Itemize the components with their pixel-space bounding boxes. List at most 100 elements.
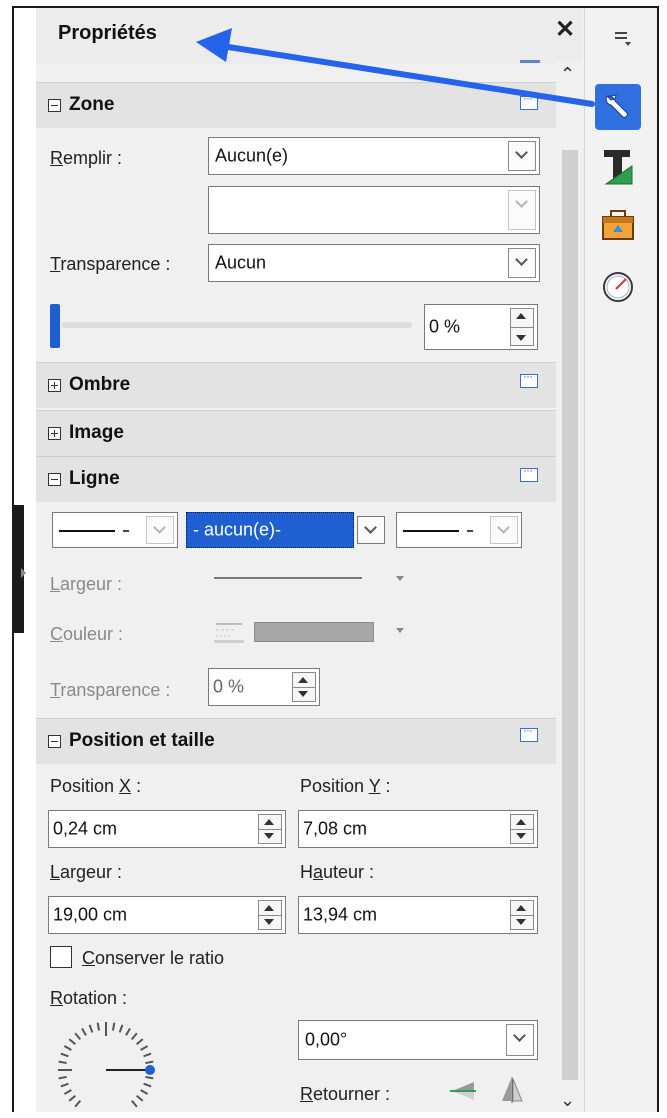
mnemonic: R [300, 1084, 313, 1104]
height-spinner[interactable]: 13,94 cm [298, 896, 538, 934]
rotation-dropdown[interactable]: 0,00° [298, 1020, 538, 1060]
transparency-label: Transparence : [50, 254, 170, 275]
spin-buttons[interactable] [510, 900, 534, 930]
line-end-style-select[interactable] [396, 512, 522, 548]
position-x-spinner[interactable]: 0,24 cm [48, 810, 286, 848]
label-text: : [380, 776, 391, 796]
label-text: : [131, 776, 142, 796]
chevron-down-icon[interactable] [506, 1024, 534, 1056]
transparency-percent-spinner[interactable]: 0 % [424, 304, 538, 350]
tab-styles[interactable] [595, 144, 641, 190]
mnemonic: R [50, 988, 63, 1008]
dial-tick [143, 1052, 152, 1058]
spinner-value: 0 % [429, 316, 461, 337]
wrench-icon [605, 94, 628, 118]
section-label: Image [69, 422, 124, 443]
line-color-swatch[interactable] [254, 622, 374, 642]
scroll-down-icon[interactable]: ⌄ [560, 1090, 575, 1111]
label-text: uteur : [323, 862, 375, 882]
dial-tick [145, 1075, 154, 1080]
dial-tick [58, 1075, 67, 1080]
mnemonic: C [82, 948, 95, 968]
label-text: otation : [63, 988, 128, 1008]
flip-horizontal-icon[interactable] [498, 1076, 526, 1104]
close-icon[interactable]: ✕ [555, 18, 575, 42]
chevron-down-icon[interactable] [490, 516, 518, 544]
transparency-dropdown[interactable]: Aucun [208, 244, 540, 282]
mnemonic: L [50, 862, 61, 882]
arrow-style-select[interactable]: - aucun(e)- [186, 512, 385, 548]
label-text: argeur : [60, 574, 123, 594]
more-options-icon[interactable] [520, 723, 538, 742]
height-label: Hauteur : [300, 862, 374, 883]
line-width-label: Largeur : [50, 574, 122, 595]
dial-tick [88, 1024, 94, 1033]
section-label: Ligne [69, 468, 120, 489]
spinner-value: 13,94 cm [303, 904, 378, 925]
dial-tick [125, 1027, 131, 1036]
section-title-position[interactable]: Position et taille [48, 730, 215, 752]
spinner-value: 0 % [213, 676, 245, 697]
expand-icon [48, 426, 61, 440]
hamburger-menu-icon[interactable] [612, 28, 632, 48]
line-start-style-select[interactable] [52, 512, 178, 548]
spin-buttons[interactable] [510, 308, 534, 346]
label-text: emplir : [63, 148, 123, 168]
transparency-slider-track[interactable] [62, 322, 412, 328]
dial-tick [140, 1045, 149, 1051]
width-spinner[interactable]: 19,00 cm [48, 896, 286, 934]
fill-style-dropdown[interactable] [208, 186, 540, 234]
dial-tick [68, 1094, 77, 1102]
dial-tick [140, 1089, 149, 1095]
more-options-icon[interactable] [520, 91, 538, 110]
flip-vertical-icon[interactable] [448, 1078, 478, 1104]
section-title-ligne[interactable]: Ligne [48, 468, 120, 490]
label-text: argeur : [60, 862, 123, 882]
tab-gallery[interactable] [595, 202, 641, 248]
spin-buttons[interactable] [510, 814, 534, 844]
chevron-down-icon[interactable] [508, 248, 536, 278]
section-title-image[interactable]: Image [48, 422, 124, 444]
mnemonic: a [313, 862, 324, 882]
dial-tick [118, 1024, 124, 1033]
section-title-zone[interactable]: Zone [48, 94, 114, 116]
line-transparency-spinner[interactable]: 0 % [208, 668, 320, 706]
line-width-preview[interactable] [214, 577, 362, 579]
chevron-down-icon[interactable] [357, 516, 385, 544]
line-color-icon[interactable] [212, 618, 248, 646]
dial-tick [74, 1032, 82, 1041]
scroll-up-icon[interactable]: ⌃ [560, 64, 575, 85]
spin-buttons[interactable] [258, 814, 282, 844]
spin-buttons[interactable] [292, 672, 316, 702]
keep-ratio-checkbox[interactable] [50, 946, 72, 968]
position-y-spinner[interactable]: 7,08 cm [298, 810, 538, 848]
label-text: Position [50, 776, 120, 796]
tab-navigator[interactable] [595, 264, 641, 310]
expand-icon [48, 378, 61, 392]
dial-tick [143, 1082, 152, 1088]
position-y-label: Position Y : [300, 776, 390, 797]
chevron-down-icon[interactable] [508, 141, 536, 171]
scrollbar-thumb[interactable] [562, 150, 578, 1080]
tab-properties[interactable] [595, 84, 641, 130]
transparency-slider-thumb[interactable] [50, 304, 60, 348]
keep-ratio-label[interactable]: Conserver le ratio [82, 948, 224, 969]
navigator-compass-icon [603, 272, 633, 302]
mnemonic: R [50, 148, 63, 168]
chevron-down-icon[interactable] [508, 190, 536, 230]
section-title-ombre[interactable]: Ombre [48, 374, 130, 396]
panel-title: Propriétés [58, 22, 157, 44]
collapse-icon [48, 472, 61, 486]
chevron-down-icon[interactable] [146, 516, 174, 544]
dropdown-value: 0,00° [305, 1029, 348, 1050]
label-text: onserver le ratio [95, 948, 225, 968]
spin-buttons[interactable] [258, 900, 282, 930]
more-options-icon[interactable] [520, 369, 538, 388]
spinner-value: 0,24 cm [53, 818, 118, 839]
section-label: Ombre [69, 374, 131, 395]
rotation-dial[interactable] [44, 1014, 168, 1114]
more-options-icon[interactable] [520, 463, 538, 482]
dropdown-arrow-icon[interactable] [396, 576, 404, 581]
fill-type-dropdown[interactable]: Aucun(e) [208, 137, 540, 175]
dropdown-arrow-icon[interactable] [396, 628, 404, 633]
